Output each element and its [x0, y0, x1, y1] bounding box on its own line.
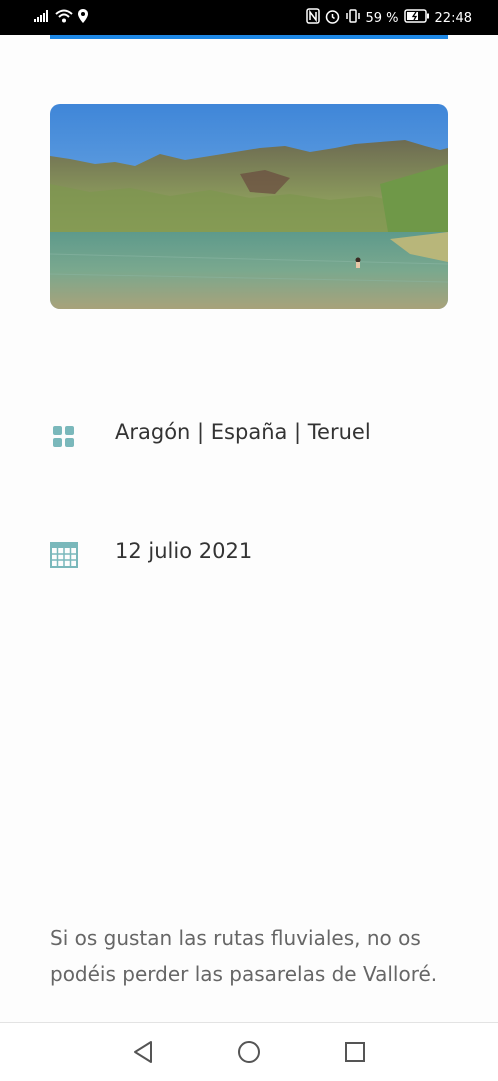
date-row: 12 julio 2021 [50, 533, 448, 573]
recents-icon[interactable] [340, 1037, 370, 1067]
header-accent-bar [50, 35, 448, 39]
status-right-group: 59 % 22:48 [305, 8, 472, 28]
calendar-icon [50, 541, 78, 569]
status-bar: 59 % 22:48 [0, 0, 498, 35]
navigation-bar [0, 1022, 498, 1081]
home-icon[interactable] [234, 1037, 264, 1067]
wifi-icon [55, 9, 73, 27]
signal-icon [34, 10, 50, 26]
status-left-group [34, 9, 88, 27]
back-icon[interactable] [128, 1037, 158, 1067]
hero-image[interactable] [50, 104, 448, 309]
nfc-icon [305, 8, 320, 28]
grid-icon [50, 422, 78, 450]
alarm-icon [325, 9, 340, 28]
categories-row: Aragón | España | Teruel [50, 414, 448, 454]
battery-icon [403, 9, 430, 27]
vibrate-icon [345, 8, 361, 28]
clock: 22:48 [434, 10, 472, 26]
location-icon [78, 9, 88, 27]
article-excerpt: Si os gustan las rutas fluviales, no os … [50, 926, 438, 986]
date-text: 12 julio 2021 [115, 539, 253, 563]
categories-text[interactable]: Aragón | España | Teruel [115, 420, 371, 444]
battery-percent: 59 % [365, 10, 399, 26]
